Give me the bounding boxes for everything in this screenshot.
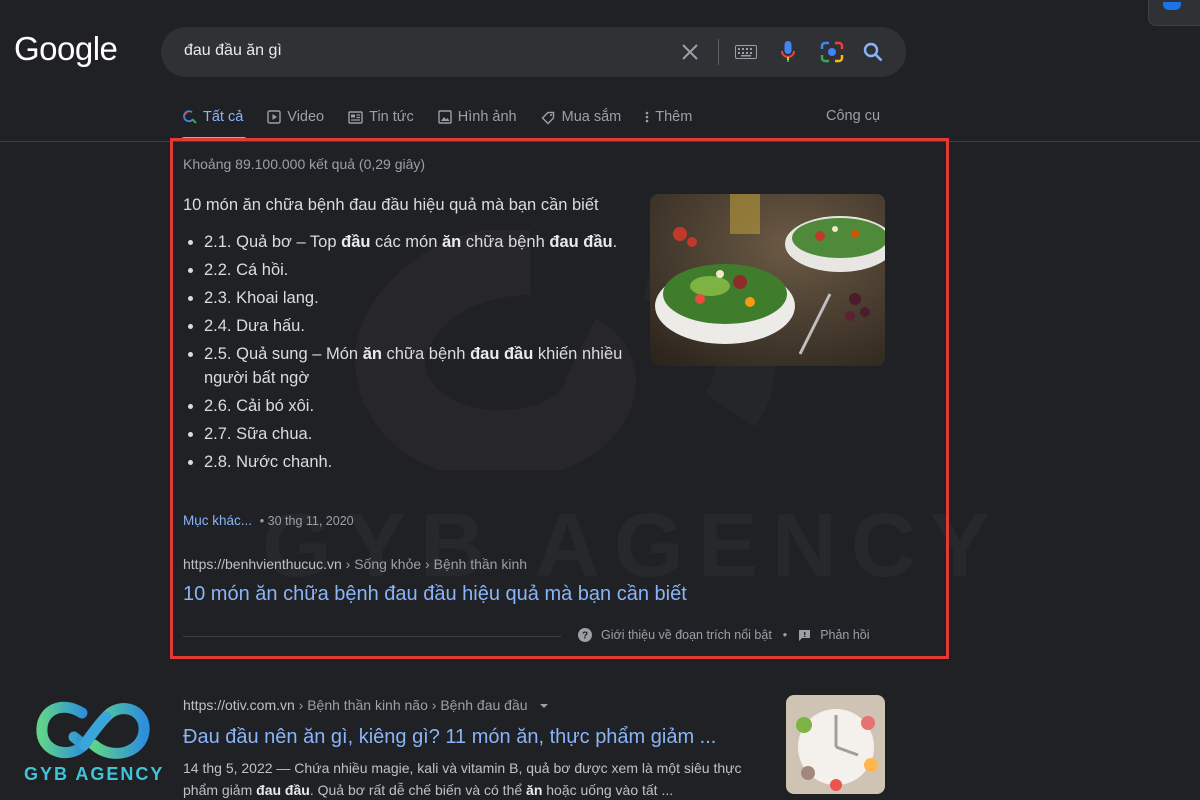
- search-icon: [183, 110, 197, 124]
- snippet-list: 2.1. Quả bơ – Top đầu các món ăn chữa bệ…: [183, 230, 623, 478]
- tab-video[interactable]: Video: [267, 106, 324, 128]
- url-domain: https://otiv.com.vn: [183, 697, 295, 713]
- tab-news[interactable]: Tin tức: [348, 106, 414, 128]
- snippet-image[interactable]: [650, 194, 885, 366]
- result-title-link[interactable]: Đau đầu nên ăn gì, kiêng gì? 11 món ăn, …: [183, 726, 716, 749]
- result-description: 14 thg 5, 2022 — Chứa nhiều magie, kali …: [183, 760, 742, 798]
- search-divider: [718, 39, 719, 65]
- account-button[interactable]: [1148, 0, 1200, 26]
- google-logo[interactable]: Google: [14, 30, 118, 68]
- search-icon[interactable]: [863, 40, 883, 64]
- snippet-date: • 30 thg 11, 2020: [259, 514, 354, 528]
- tab-more[interactable]: Thêm: [645, 106, 692, 128]
- keyboard-icon[interactable]: [735, 40, 757, 64]
- search-tabs: Tất cả Video Tin tức Hình ảnh Mua sắm Th…: [181, 106, 716, 142]
- list-item: 2.5. Quả sung – Món ăn chữa bệnh đau đầu…: [183, 342, 623, 390]
- tab-shopping[interactable]: Mua sắm: [541, 106, 622, 128]
- list-item: 2.1. Quả bơ – Top đầu các món ăn chữa bệ…: [183, 230, 623, 254]
- camera-lens-icon[interactable]: [820, 40, 844, 64]
- tab-label: Tin tức: [369, 109, 414, 125]
- more-row: Mục khác... • 30 thg 11, 2020: [183, 513, 354, 528]
- tools-button[interactable]: Công cụ: [826, 108, 880, 124]
- microphone-icon[interactable]: [780, 40, 796, 64]
- list-item: 2.6. Cải bó xôi.: [183, 394, 623, 418]
- tab-images[interactable]: Hình ảnh: [438, 106, 517, 128]
- list-item: 2.4. Dưa hấu.: [183, 314, 623, 338]
- help-icon: ?: [578, 628, 592, 642]
- url-breadcrumb: › Bệnh thần kinh não › Bệnh đau đầu: [294, 697, 528, 713]
- list-item: 2.3. Khoai lang.: [183, 286, 623, 310]
- tab-label: Tất cả: [203, 109, 244, 125]
- svg-text:?: ?: [582, 631, 588, 642]
- result-stats: Khoảng 89.100.000 kết quả (0,29 giây): [183, 156, 426, 172]
- chevron-down-icon[interactable]: [539, 703, 549, 709]
- more-link[interactable]: Mục khác...: [183, 513, 252, 528]
- snippet-heading: 10 món ăn chữa bệnh đau đầu hiệu quả mà …: [183, 196, 599, 214]
- tab-all[interactable]: Tất cả: [181, 106, 247, 140]
- account-icon: [1163, 2, 1181, 10]
- snippet-result-title-link[interactable]: 10 món ăn chữa bệnh đau đầu hiệu quả mà …: [183, 583, 687, 606]
- feedback-link[interactable]: Phản hồi: [820, 628, 869, 642]
- result-thumbnail[interactable]: [786, 695, 885, 794]
- search-input[interactable]: đau đầu ăn gì: [184, 42, 282, 60]
- list-item: 2.7. Sữa chua.: [183, 422, 623, 446]
- about-snippet-link[interactable]: Giới thiệu về đoạn trích nổi bật: [601, 628, 772, 642]
- video-icon: [267, 110, 281, 124]
- tab-label: Thêm: [655, 109, 693, 125]
- list-item: 2.8. Nước chanh.: [183, 450, 623, 474]
- tab-label: Video: [287, 109, 325, 125]
- tag-icon: [541, 110, 556, 125]
- url-domain: https://benhvienthucuc.vn: [183, 556, 342, 572]
- gyb-agency-text: GYB AGENCY: [24, 764, 165, 784]
- list-item: 2.2. Cá hồi.: [183, 258, 623, 282]
- news-icon: [348, 110, 363, 124]
- search-box[interactable]: đau đầu ăn gì: [161, 27, 906, 77]
- feedback-icon: [799, 629, 811, 641]
- tab-label: Mua sắm: [561, 109, 622, 125]
- snippet-footer: ? Giới thiệu về đoạn trích nổi bật • Phả…: [578, 628, 870, 642]
- tab-label: Hình ảnh: [457, 109, 517, 125]
- image-icon: [438, 110, 452, 124]
- result-url[interactable]: https://otiv.com.vn › Bệnh thần kinh não…: [183, 697, 549, 713]
- more-vert-icon: [645, 110, 649, 124]
- snippet-url[interactable]: https://benhvienthucuc.vn › Sống khỏe › …: [183, 556, 527, 572]
- url-breadcrumb: › Sống khỏe › Bệnh thần kinh: [341, 556, 528, 572]
- clear-icon[interactable]: [681, 40, 699, 64]
- divider: [183, 636, 561, 637]
- header: Google đau đầu ăn gì Tất cả Video Tin tứ…: [0, 0, 1200, 142]
- separator: •: [782, 628, 788, 642]
